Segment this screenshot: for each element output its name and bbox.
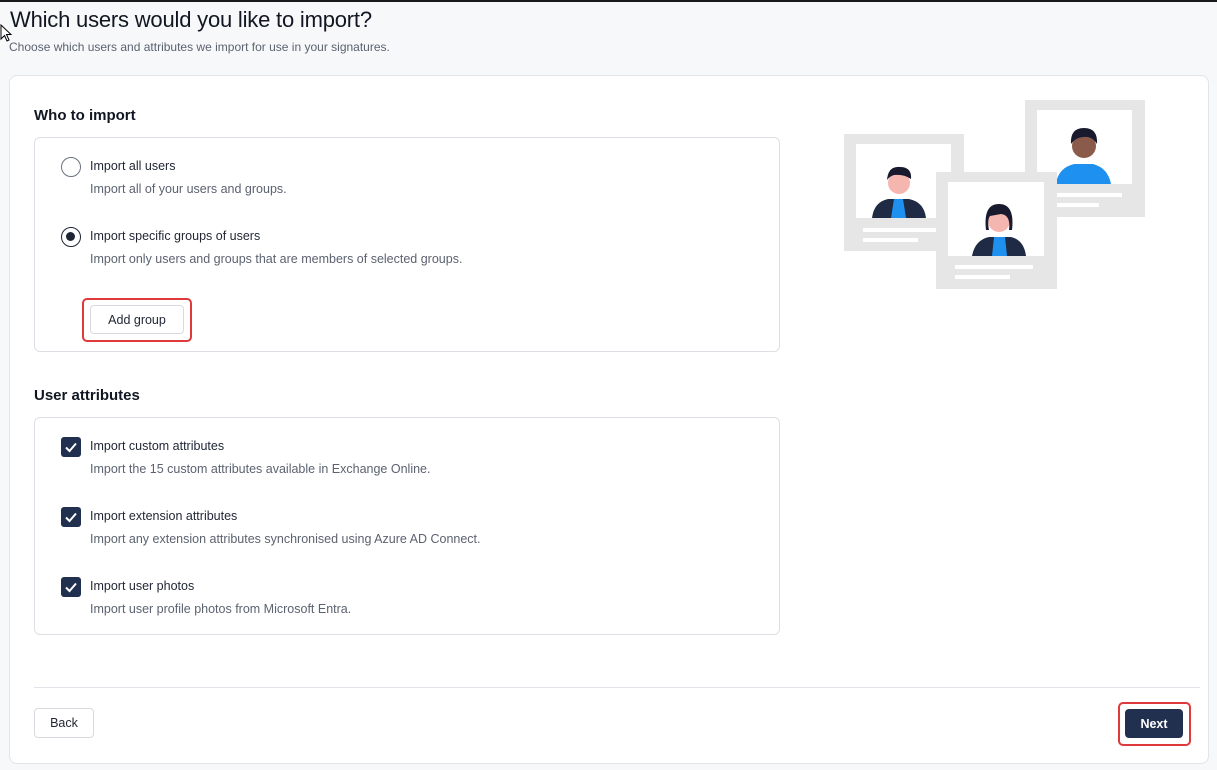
checkmark-icon	[65, 442, 77, 453]
user-attributes-panel: Import custom attributes Import the 15 c…	[34, 417, 780, 635]
checkbox-checked[interactable]	[61, 507, 81, 527]
back-button[interactable]: Back	[34, 708, 94, 738]
checkmark-icon	[65, 512, 77, 523]
option-label: Import user photos	[90, 579, 195, 593]
who-to-import-title: Who to import	[34, 107, 136, 124]
checkbox-checked[interactable]	[61, 437, 81, 457]
users-illustration	[844, 100, 1145, 289]
option-label: Import custom attributes	[90, 439, 225, 453]
checkbox-checked[interactable]	[61, 577, 81, 597]
page-subtitle: Choose which users and attributes we imp…	[9, 40, 390, 54]
footer-divider	[34, 687, 1200, 688]
page-title: Which users would you like to import?	[10, 7, 372, 32]
user-attributes-title: User attributes	[34, 387, 140, 404]
add-group-highlight: Add group	[82, 298, 192, 342]
add-group-button[interactable]: Add group	[90, 305, 184, 334]
option-label: Import specific groups of users	[90, 229, 261, 243]
checkmark-icon	[65, 582, 77, 593]
radio-unchecked-icon[interactable]	[61, 157, 81, 177]
next-highlight: Next	[1118, 702, 1191, 746]
option-description: Import any extension attributes synchron…	[90, 532, 481, 546]
top-border	[0, 0, 1217, 2]
import-settings-card: Who to import Import all users Import al…	[9, 75, 1209, 764]
option-description: Import all of your users and groups.	[90, 182, 287, 196]
option-description: Import the 15 custom attributes availabl…	[90, 462, 431, 476]
who-to-import-panel: Import all users Import all of your user…	[34, 137, 780, 352]
option-description: Import user profile photos from Microsof…	[90, 602, 352, 616]
radio-checked-icon[interactable]	[61, 227, 81, 247]
next-button[interactable]: Next	[1125, 709, 1183, 738]
option-label: Import all users	[90, 159, 176, 173]
option-description: Import only users and groups that are me…	[90, 252, 463, 266]
option-label: Import extension attributes	[90, 509, 238, 523]
